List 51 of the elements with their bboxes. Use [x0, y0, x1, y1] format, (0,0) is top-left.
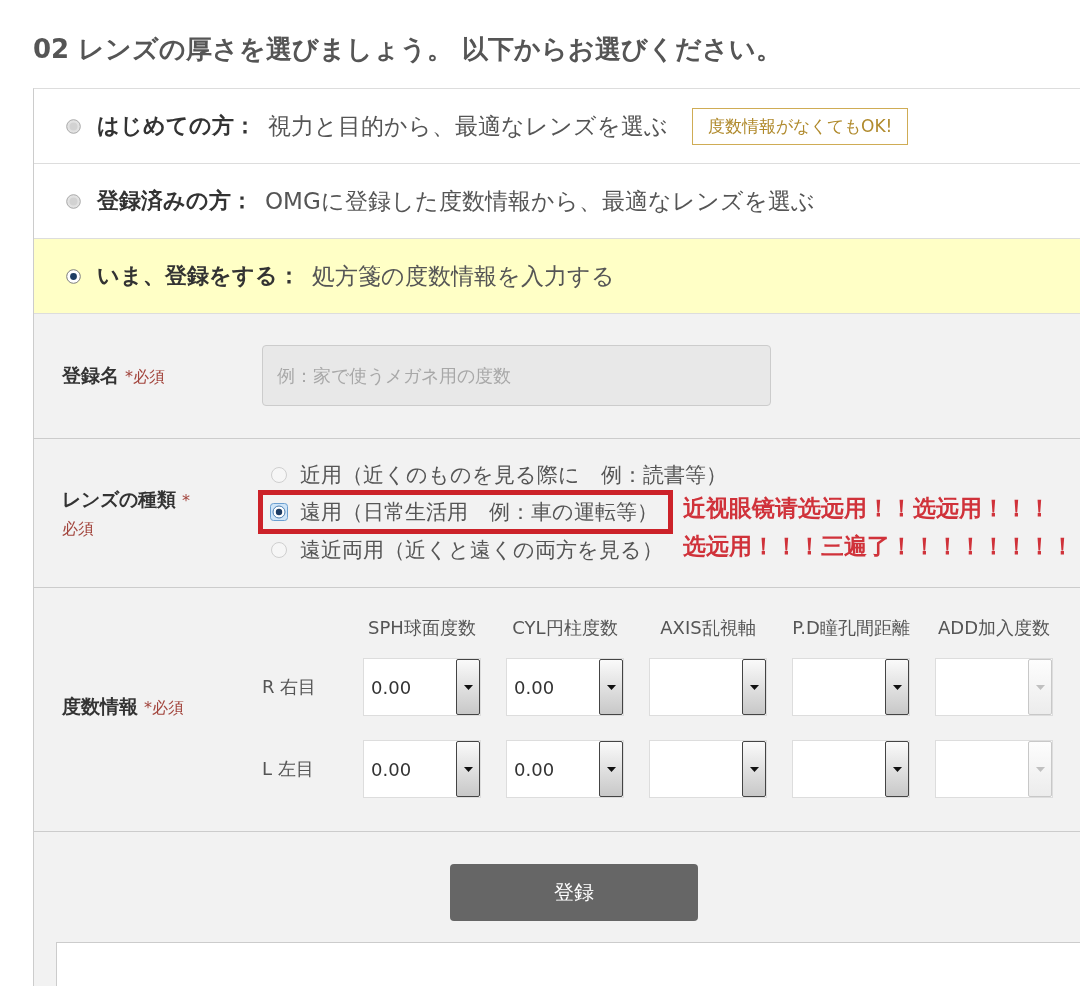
option-description: 視力と目的から、最適なレンズを選ぶ: [268, 111, 668, 141]
dropdown-field[interactable]: [649, 740, 767, 798]
row-label: L 左目: [262, 757, 315, 781]
required-note: *必須: [125, 366, 165, 386]
field-label: 度数情報: [62, 695, 138, 717]
column-header: CYL円柱度数: [512, 616, 618, 640]
dropdown-field[interactable]: [649, 658, 767, 716]
required-mark: *: [182, 490, 190, 510]
dropdown-field[interactable]: 0.00: [506, 658, 624, 716]
dropdown-field[interactable]: 0.00: [506, 740, 624, 798]
required-note: *必須: [144, 698, 184, 717]
caret-icon: [742, 659, 766, 715]
radio-option[interactable]: 遠用（日常生活用 例：車の運転等）: [263, 498, 668, 526]
field-label: 登録名: [62, 363, 119, 386]
radio-button[interactable]: [66, 268, 81, 284]
option-row[interactable]: いま、登録をする： 処方箋の度数情報を入力する: [34, 239, 1080, 314]
radio-option[interactable]: 遠近両用（近くと遠くの両方を見る）: [258, 536, 673, 564]
caret-icon: [1028, 741, 1052, 797]
annotation-text: 选远用！！！三遍了！！！！！！！！: [683, 532, 1074, 561]
required-note: 必須: [62, 518, 94, 540]
caret-icon: [742, 741, 766, 797]
dropdown-field[interactable]: 0.00: [363, 740, 481, 798]
column-header: ADD加入度数: [937, 616, 1050, 640]
option-description: 処方箋の度数情報を入力する: [312, 261, 615, 291]
option-description: OMGに登録した度数情報から、最適なレンズを選ぶ: [265, 186, 815, 216]
section-heading: 02 レンズの厚さを選びましょう。 以下からお選びください。: [32, 33, 784, 64]
field-label: レンズの種類: [62, 487, 176, 510]
caret-icon: [885, 741, 909, 797]
caret-icon: [599, 659, 623, 715]
caret-icon: [1028, 659, 1052, 715]
row-label: R 右目: [262, 675, 318, 699]
caret-icon: [885, 659, 909, 715]
radio-button[interactable]: [66, 118, 81, 134]
radio-option[interactable]: 近用（近くのものを見る際に 例：読書等）: [258, 461, 737, 489]
radio-button[interactable]: [66, 193, 81, 209]
caret-icon: [599, 741, 623, 797]
column-header: P.D瞳孔間距離: [792, 616, 910, 640]
option-title: はじめての方：: [97, 112, 256, 140]
register-button[interactable]: 登録: [450, 864, 698, 921]
column-header: SPH球面度数: [368, 616, 476, 640]
column-header: AXIS乱視軸: [660, 616, 756, 640]
option-title: いま、登録をする：: [97, 262, 300, 290]
dropdown-field[interactable]: 0.00: [363, 658, 481, 716]
dropdown-field[interactable]: [792, 658, 910, 716]
input-field[interactable]: 例：家で使うメガネ用の度数: [262, 345, 771, 406]
dropdown-field[interactable]: [792, 740, 910, 798]
caret-icon: [456, 741, 480, 797]
caret-icon: [456, 659, 480, 715]
info-badge: 度数情報がなくてもOK!: [692, 107, 909, 145]
annotation-text: 近视眼镜请选远用！！选远用！！！: [683, 494, 1052, 523]
option-title: 登録済みの方：: [97, 187, 253, 215]
